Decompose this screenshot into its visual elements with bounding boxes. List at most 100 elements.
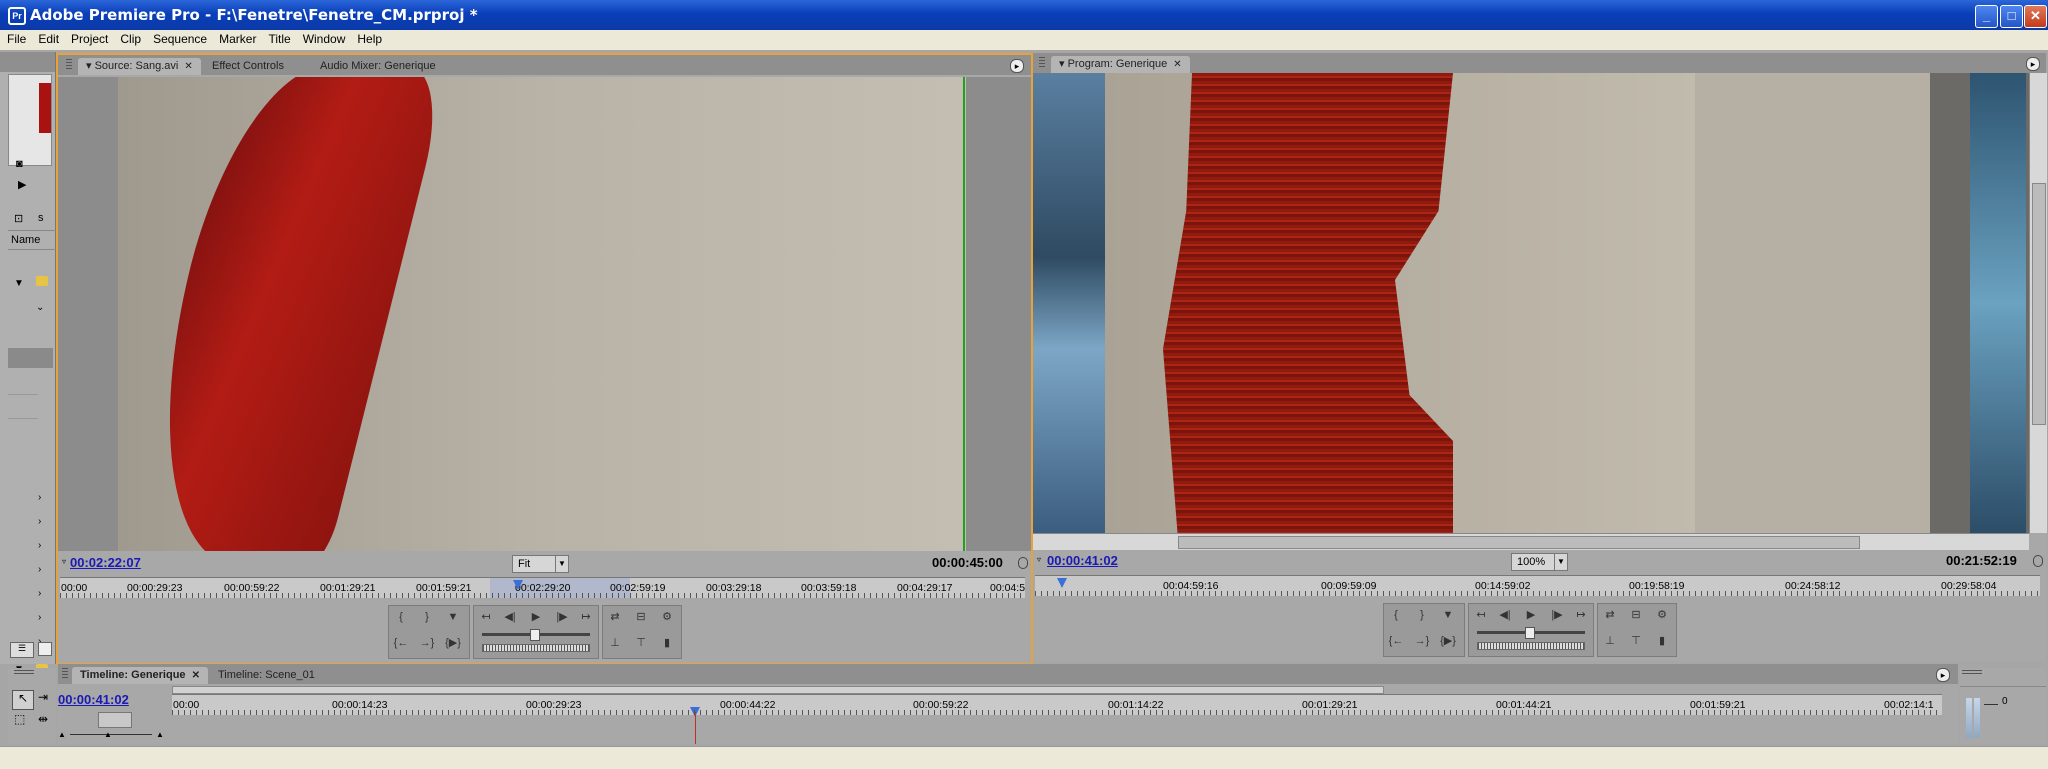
program-vertical-scrollbar[interactable]	[2029, 73, 2047, 533]
list-view-icon[interactable]: ☰	[10, 642, 34, 658]
menu-file[interactable]: File	[0, 30, 31, 46]
loop-icon[interactable]: ⇄	[1602, 608, 1618, 622]
step-forward-marker-icon[interactable]: ↦	[578, 610, 594, 624]
loop-icon[interactable]: ⇄	[607, 610, 623, 624]
selection-tool-icon[interactable]: ↖	[12, 690, 34, 710]
icon-view-icon[interactable]	[38, 642, 52, 656]
program-horizontal-scrollbar[interactable]	[1033, 533, 2029, 550]
panel-menu-icon[interactable]: ▸	[1010, 59, 1024, 73]
name-column-header[interactable]: Name	[8, 230, 56, 250]
jog-wheel[interactable]	[482, 644, 590, 652]
extract-icon[interactable]: ⊤	[1628, 634, 1644, 648]
dropdown-arrow-icon[interactable]: ▾	[1059, 58, 1068, 70]
overlay-icon[interactable]: ⊤	[633, 636, 649, 650]
play-in-to-out-icon[interactable]: {▶}	[1440, 634, 1456, 648]
source-zoom-select[interactable]: Fit ▼	[512, 555, 569, 573]
program-playhead[interactable]	[1057, 578, 1067, 588]
shuttle-handle[interactable]	[1525, 627, 1535, 639]
zoom-handle[interactable]: ▲	[104, 730, 112, 739]
list-item[interactable]	[8, 372, 38, 395]
scrollbar-thumb[interactable]	[1178, 536, 1860, 549]
ruler-toggle-icon[interactable]	[2033, 555, 2043, 567]
step-forward-marker-icon[interactable]: ↦	[1573, 608, 1589, 622]
step-forward-icon[interactable]: |▶	[554, 610, 570, 624]
rolling-edit-tool-icon[interactable]: ⇹	[38, 712, 48, 726]
zoom-in-icon[interactable]: ▲	[156, 730, 164, 739]
go-to-in-point-icon[interactable]: {←	[393, 636, 409, 650]
maximize-button[interactable]: □	[2000, 5, 2023, 28]
close-tab-icon[interactable]: ✕	[192, 670, 200, 681]
go-to-out-point-icon[interactable]: →}	[419, 636, 435, 650]
go-to-out-point-icon[interactable]: →}	[1414, 634, 1430, 648]
track-select-tool-icon[interactable]: ⇥	[38, 690, 48, 704]
play-button-icon[interactable]: ▶	[528, 610, 544, 624]
minimize-button[interactable]: _	[1975, 5, 1998, 28]
zoom-out-icon[interactable]: ▲	[58, 730, 66, 739]
safe-margins-icon[interactable]: ⊟	[633, 610, 649, 624]
menu-sequence[interactable]: Sequence	[146, 30, 212, 46]
menu-window[interactable]: Window	[296, 30, 351, 46]
ripple-edit-tool-icon[interactable]: ⬚	[14, 712, 25, 726]
play-icon[interactable]: ▶	[18, 178, 26, 191]
menu-marker[interactable]: Marker	[212, 30, 261, 46]
source-time-ruler[interactable]: 00:00 00:00:29:23 00:00:59:22 00:01:29:2…	[60, 577, 1025, 598]
trim-icon[interactable]: ▮	[1654, 634, 1670, 648]
expand-arrow-icon[interactable]: ›	[38, 516, 41, 527]
step-back-icon[interactable]: ◀|	[1497, 608, 1513, 622]
set-marker-icon[interactable]: ▼	[1440, 608, 1456, 622]
close-tab-icon[interactable]: ✕	[184, 61, 192, 72]
tab-source[interactable]: ▾ Source: Sang.avi ✕	[78, 58, 201, 75]
expand-arrow-icon[interactable]: ›	[38, 588, 41, 599]
go-to-in-point-icon[interactable]: {←	[1388, 634, 1404, 648]
insert-icon[interactable]: ⊥	[607, 636, 623, 650]
panel-menu-icon[interactable]: ▸	[1936, 668, 1950, 682]
menu-project[interactable]: Project	[64, 30, 113, 46]
expand-arrow-icon[interactable]: ›	[38, 492, 41, 503]
panel-grip-icon[interactable]	[66, 59, 72, 71]
lift-icon[interactable]: ⊥	[1602, 634, 1618, 648]
snap-toggle[interactable]	[98, 712, 132, 728]
set-out-point-icon[interactable]: }	[1414, 608, 1430, 622]
source-current-timecode[interactable]: 00:02:22:07	[70, 555, 141, 570]
step-back-icon[interactable]: ◀|	[502, 610, 518, 624]
close-tab-icon[interactable]: ✕	[1173, 59, 1181, 70]
list-item[interactable]	[8, 396, 38, 419]
expand-arrow-icon[interactable]: ›	[38, 540, 41, 551]
panel-menu-icon[interactable]: ▸	[2026, 57, 2040, 71]
step-back-marker-icon[interactable]: ↤	[1473, 608, 1489, 622]
set-in-point-icon[interactable]: {	[393, 610, 409, 624]
set-marker-icon[interactable]: ▼	[445, 610, 461, 624]
output-icon[interactable]: ⚙	[659, 610, 675, 624]
tab-timeline-scene[interactable]: Timeline: Scene_01	[210, 667, 323, 684]
tab-effect-controls[interactable]: Effect Controls	[204, 58, 292, 75]
set-out-point-icon[interactable]: }	[419, 610, 435, 624]
program-zoom-select[interactable]: 100% ▼	[1511, 553, 1568, 571]
menu-edit[interactable]: Edit	[31, 30, 64, 46]
selected-row[interactable]	[8, 348, 53, 368]
chevron-down-icon[interactable]: ⌄	[36, 302, 44, 313]
timeline-current-timecode[interactable]: 00:00:41:02	[58, 692, 129, 707]
output-icon[interactable]: ⚙	[1654, 608, 1670, 622]
expand-arrow-icon[interactable]: ›	[38, 612, 41, 623]
dropdown-arrow-icon[interactable]: ▾	[86, 60, 95, 72]
menu-help[interactable]: Help	[350, 30, 387, 46]
scrollbar-thumb[interactable]	[2032, 183, 2046, 425]
menu-clip[interactable]: Clip	[113, 30, 146, 46]
ruler-toggle-icon[interactable]	[1018, 557, 1028, 569]
expand-arrow-icon[interactable]: ›	[38, 564, 41, 575]
timeline-view-area-bar[interactable]	[172, 686, 1384, 694]
safe-margins-icon[interactable]: ⊟	[1628, 608, 1644, 622]
panel-grip-icon[interactable]	[14, 670, 34, 674]
panel-grip-icon[interactable]	[1962, 670, 1982, 674]
tab-program[interactable]: ▾ Program: Generique ✕	[1051, 56, 1190, 73]
close-button[interactable]: ✕	[2024, 5, 2047, 28]
timeline-time-ruler[interactable]: 00:00 00:00:14:23 00:00:29:23 00:00:44:2…	[172, 694, 1942, 717]
toggle-take-audio-video-icon[interactable]: ▮	[659, 636, 675, 650]
menu-title[interactable]: Title	[261, 30, 295, 46]
program-current-timecode[interactable]: 00:00:41:02	[1047, 553, 1118, 568]
tab-timeline-generique[interactable]: Timeline: Generique ✕	[72, 667, 208, 684]
shuttle-handle[interactable]	[530, 629, 540, 641]
set-in-point-icon[interactable]: {	[1388, 608, 1404, 622]
step-back-marker-icon[interactable]: ↤	[478, 610, 494, 624]
play-button-icon[interactable]: ▶	[1523, 608, 1539, 622]
